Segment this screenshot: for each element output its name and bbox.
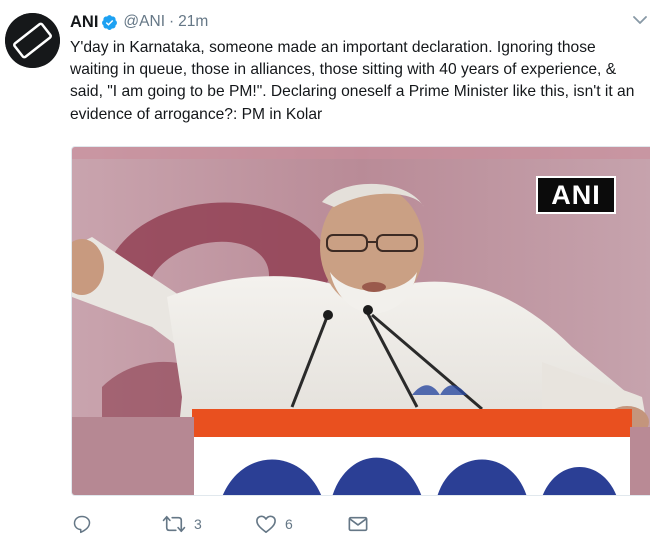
timestamp[interactable]: 21m (178, 13, 208, 31)
reply-button[interactable] (72, 514, 92, 534)
tweet-text-line: evidence of arrogance?: PM in Kolar (70, 105, 323, 123)
reply-icon (73, 515, 91, 534)
verified-icon (101, 14, 118, 31)
retweet-count: 3 (194, 516, 202, 532)
ani-logo-icon (5, 13, 60, 68)
like-count: 6 (285, 516, 293, 532)
tweet-text: Y'day in Karnataka, someone made an impo… (70, 37, 650, 126)
direct-message-button[interactable] (347, 514, 369, 534)
envelope-icon (348, 516, 368, 532)
heart-icon (256, 515, 276, 533)
avatar[interactable] (5, 13, 60, 68)
tweet-header: ANI @ANI · 21m (70, 11, 208, 33)
author-handle[interactable]: @ANI (123, 13, 165, 31)
tweet: ANI @ANI · 21m Y'day in Karnataka, someo… (0, 0, 650, 540)
author-name[interactable]: ANI (70, 13, 98, 32)
retweet-icon (162, 515, 186, 533)
tweet-text-line: Y'day in Karnataka, someone made an impo… (70, 39, 596, 56)
tweet-text-line: said, "I am going to be PM!". Declaring … (70, 83, 635, 101)
retweet-button[interactable]: 3 (162, 514, 202, 534)
ani-watermark: ANI (536, 176, 616, 214)
like-button[interactable]: 6 (255, 514, 293, 534)
tweet-text-line: waiting in queue, those in alliances, th… (70, 61, 617, 79)
separator-dot: · (169, 13, 175, 30)
chevron-down-icon[interactable] (630, 12, 650, 28)
